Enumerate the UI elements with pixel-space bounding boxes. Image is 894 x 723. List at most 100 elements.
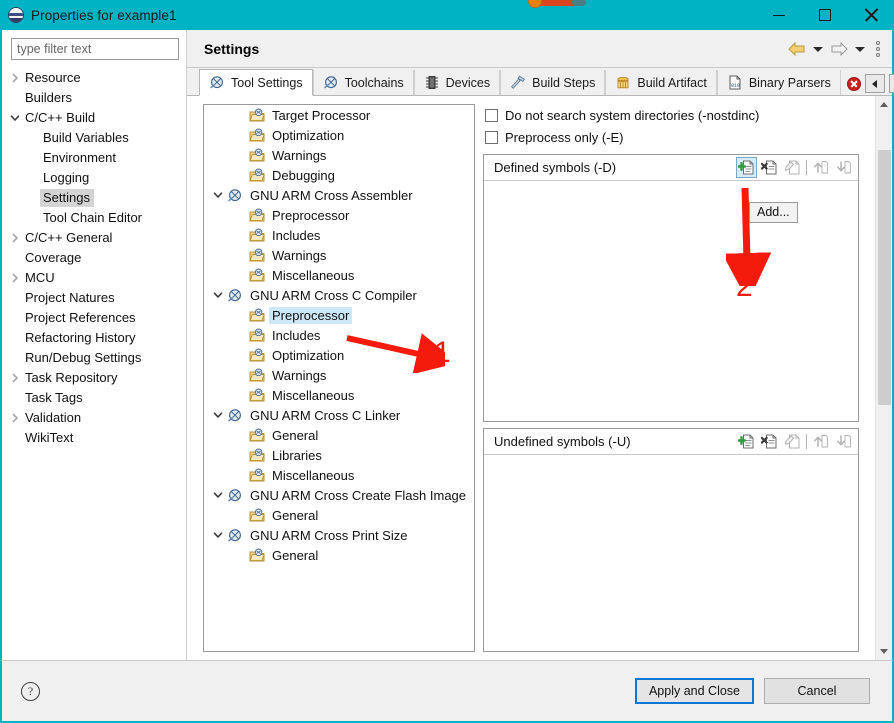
sidebar-item-run-debug-settings[interactable]: Run/Debug Settings — [2, 348, 186, 368]
forward-dropdown-icon[interactable] — [855, 46, 865, 52]
scroll-tabs-right-button[interactable] — [888, 74, 894, 93]
sidebar-item-wikitext[interactable]: WikiText — [2, 428, 186, 448]
slider-knob[interactable] — [528, 0, 542, 8]
page-header: Settings — [187, 30, 892, 68]
chevron-right-icon[interactable] — [8, 273, 22, 283]
tool-tree-item-optimization[interactable]: Optimization — [204, 125, 474, 145]
tool-tree-item-miscellaneous[interactable]: Miscellaneous — [204, 465, 474, 485]
maximize-button[interactable] — [802, 0, 848, 30]
checkbox-row-preprocess-only-e[interactable]: Preprocess only (-E) — [483, 126, 859, 148]
close-button[interactable] — [848, 0, 894, 30]
scroll-down-button[interactable] — [876, 643, 893, 660]
tool-tree-item-miscellaneous[interactable]: Miscellaneous — [204, 385, 474, 405]
sidebar-item-label: Coverage — [25, 250, 82, 265]
chevron-down-icon[interactable] — [210, 490, 226, 500]
chevron-right-icon[interactable] — [8, 373, 22, 383]
undefined-symbols-move-up-button — [810, 431, 831, 452]
scrollbar-thumb[interactable] — [877, 150, 891, 405]
sidebar-item-coverage[interactable]: Coverage — [2, 248, 186, 268]
chevron-right-icon[interactable] — [8, 233, 22, 243]
sidebar-item-validation[interactable]: Validation — [2, 408, 186, 428]
error-icon — [846, 76, 861, 91]
chevron-right-icon[interactable] — [8, 413, 22, 423]
sidebar-item-builders[interactable]: Builders — [2, 88, 186, 108]
toolbar-separator — [806, 160, 807, 175]
tool-tree-item-warnings[interactable]: Warnings — [204, 365, 474, 385]
cancel-button[interactable]: Cancel — [764, 678, 870, 704]
sidebar-item-label: C/C++ General — [25, 230, 113, 245]
chevron-right-icon[interactable] — [8, 73, 22, 83]
tool-tree-item-gnu-arm-cross-print-size[interactable]: GNU ARM Cross Print Size — [204, 525, 474, 545]
checkbox-row-do-not-search-system-directories-nostdinc[interactable]: Do not search system directories (-nostd… — [483, 104, 859, 126]
tool-tree-item-libraries[interactable]: Libraries — [204, 445, 474, 465]
tool-tree-item-gnu-arm-cross-c-linker[interactable]: GNU ARM Cross C Linker — [204, 405, 474, 425]
chevron-down-icon[interactable] — [210, 410, 226, 420]
tool-tree-item-gnu-arm-cross-c-compiler[interactable]: GNU ARM Cross C Compiler — [204, 285, 474, 305]
sidebar-item-task-repository[interactable]: Task Repository — [2, 368, 186, 388]
back-arrow-icon[interactable] — [787, 41, 807, 57]
page-scrollbar[interactable] — [875, 96, 892, 660]
sidebar-item-tool-chain-editor[interactable]: Tool Chain Editor — [2, 208, 186, 228]
sidebar-item-project-references[interactable]: Project References — [2, 308, 186, 328]
tool-tree-item-warnings[interactable]: Warnings — [204, 145, 474, 165]
scrollbar-track[interactable] — [876, 113, 893, 643]
help-icon[interactable]: ? — [21, 681, 40, 701]
sidebar-item-c-c-general[interactable]: C/C++ General — [2, 228, 186, 248]
tab-toolchains[interactable]: Toolchains — [312, 70, 414, 95]
tool-tree-item-preprocessor[interactable]: Preprocessor — [204, 305, 474, 325]
sidebar-item-mcu[interactable]: MCU — [2, 268, 186, 288]
checkbox-do-not-search-system-directories-nostdinc[interactable] — [485, 108, 498, 122]
tool-tree-item-general[interactable]: General — [204, 425, 474, 445]
tool-tree-item-debugging[interactable]: Debugging — [204, 165, 474, 185]
defined-symbols-delete-button[interactable] — [759, 157, 780, 178]
filter-input[interactable] — [11, 38, 179, 60]
tool-tree-item-preprocessor[interactable]: Preprocessor — [204, 205, 474, 225]
tool-tree-item-target-processor[interactable]: Target Processor — [204, 105, 474, 125]
scroll-tabs-left-button[interactable] — [864, 74, 885, 93]
chevron-down-icon[interactable] — [210, 530, 226, 540]
checkbox-preprocess-only-e[interactable] — [485, 130, 498, 144]
tool-tree-item-general[interactable]: General — [204, 505, 474, 525]
apply-and-close-button[interactable]: Apply and Close — [634, 678, 754, 704]
sidebar-item-settings[interactable]: Settings — [2, 188, 186, 208]
tool-tree-item-optimization[interactable]: Optimization — [204, 345, 474, 365]
sidebar-item-task-tags[interactable]: Task Tags — [2, 388, 186, 408]
minimize-button[interactable] — [756, 0, 802, 30]
defined-symbols-list[interactable] — [484, 181, 858, 421]
sidebar-item-project-natures[interactable]: Project Natures — [2, 288, 186, 308]
tool-tree-item-gnu-arm-cross-create-flash-image[interactable]: GNU ARM Cross Create Flash Image — [204, 485, 474, 505]
tab-build-artifact[interactable]: Build Artifact — [605, 70, 717, 95]
tab-tool-settings[interactable]: Tool Settings — [199, 69, 313, 96]
tool-tree-item-miscellaneous[interactable]: Miscellaneous — [204, 265, 474, 285]
sidebar-item-resource[interactable]: Resource — [2, 68, 186, 88]
tab-devices[interactable]: Devices — [413, 70, 501, 95]
tool-option-icon — [248, 468, 266, 483]
scroll-up-button[interactable] — [876, 96, 893, 113]
sidebar-item-environment[interactable]: Environment — [2, 148, 186, 168]
sidebar-item-refactoring-history[interactable]: Refactoring History — [2, 328, 186, 348]
chevron-down-icon[interactable] — [210, 190, 226, 200]
tool-tree-item-general[interactable]: General — [204, 545, 474, 565]
sidebar-item-build-variables[interactable]: Build Variables — [2, 128, 186, 148]
sidebar-item-c-c-build[interactable]: C/C++ Build — [2, 108, 186, 128]
defined-symbols-add-button[interactable] — [736, 157, 757, 178]
settings-tree[interactable]: Resource Builders C/C++ Build Build Variabl… — [2, 66, 186, 660]
sidebar-item-logging[interactable]: Logging — [2, 168, 186, 188]
chevron-down-icon[interactable] — [210, 290, 226, 300]
tab-build-steps[interactable]: Build Steps — [500, 70, 606, 95]
chevron-down-icon[interactable] — [8, 113, 22, 123]
tool-tree-item-warnings[interactable]: Warnings — [204, 245, 474, 265]
forward-arrow-icon[interactable] — [829, 41, 849, 57]
defined-symbols-title: Defined symbols (-D) — [494, 160, 617, 175]
view-menu-icon[interactable] — [876, 41, 880, 57]
zoom-slider[interactable] — [528, 0, 586, 8]
tool-tree-item-includes[interactable]: Includes — [204, 225, 474, 245]
tab-binary-parsers[interactable]: 010 Binary Parsers — [716, 70, 841, 95]
tool-tree-item-gnu-arm-cross-assembler[interactable]: GNU ARM Cross Assembler — [204, 185, 474, 205]
back-dropdown-icon[interactable] — [813, 46, 823, 52]
undefined-symbols-list[interactable] — [484, 455, 858, 651]
tool-tree-panel[interactable]: Target Processor Optimization Warnings Debu… — [203, 104, 475, 652]
undefined-symbols-delete-button[interactable] — [759, 431, 780, 452]
undefined-symbols-add-button[interactable] — [736, 431, 757, 452]
tool-tree-item-includes[interactable]: Includes — [204, 325, 474, 345]
